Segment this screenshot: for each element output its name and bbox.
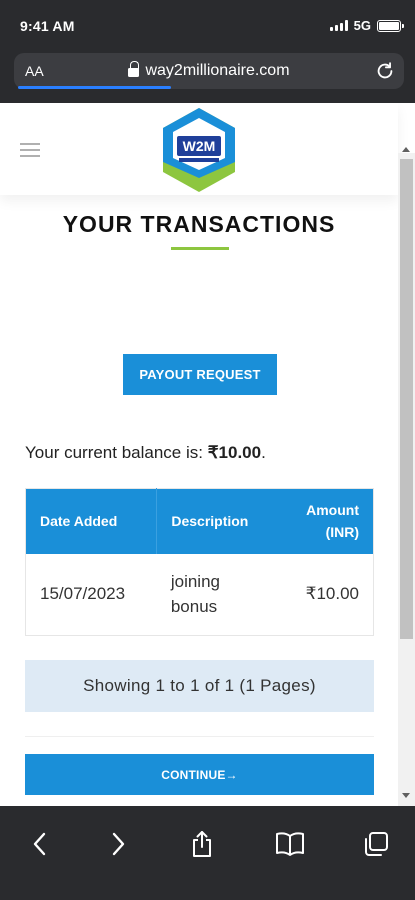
- table-row: 15/07/2023 joining bonus ₹10.00: [26, 554, 374, 636]
- back-chevron-icon: [33, 832, 46, 856]
- site-logo[interactable]: W2M: [159, 106, 239, 194]
- status-bar: 9:41 AM 5G: [0, 0, 415, 48]
- current-balance: Your current balance is: ₹10.00.: [25, 443, 266, 462]
- pagination-info: Showing 1 to 1 of 1 (1 Pages): [25, 660, 374, 712]
- divider: [25, 736, 374, 737]
- share-button[interactable]: [182, 824, 222, 864]
- forward-chevron-icon: [112, 832, 125, 856]
- row-date: 15/07/2023: [40, 584, 126, 604]
- transactions-table: Date Added Description Amount (INR) 15/0…: [25, 488, 374, 636]
- forward-button[interactable]: [98, 824, 138, 864]
- signal-icon: [329, 20, 348, 31]
- back-button[interactable]: [20, 824, 60, 864]
- header-description[interactable]: Description: [156, 488, 279, 554]
- scroll-up-arrow-icon[interactable]: [402, 147, 410, 152]
- status-time: 9:41 AM: [20, 18, 75, 34]
- table-header-row: Date Added Description Amount (INR): [25, 488, 374, 554]
- row-description: joining bonus: [170, 572, 220, 617]
- title-underline: [171, 247, 229, 250]
- share-icon: [193, 831, 211, 857]
- page-title: YOUR TRANSACTIONS: [62, 211, 336, 237]
- hamburger-menu-icon[interactable]: [20, 143, 40, 157]
- balance-label: Your current balance is:: [25, 443, 203, 462]
- load-progress-bar: [18, 86, 171, 89]
- status-indicators: 5G: [329, 18, 404, 33]
- address-bar[interactable]: AA way2millionaire.com: [14, 53, 404, 89]
- url-display[interactable]: way2millionaire.com: [14, 61, 404, 80]
- balance-value: ₹10.00: [207, 443, 262, 462]
- header-date-added[interactable]: Date Added: [25, 488, 157, 554]
- row-amount: ₹10.00: [305, 584, 359, 604]
- lock-icon: [128, 61, 140, 77]
- header-amount[interactable]: Amount (INR): [278, 488, 374, 554]
- url-text: way2millionaire.com: [145, 62, 290, 79]
- bookmarks-button[interactable]: [270, 824, 310, 864]
- battery-icon: [377, 19, 404, 32]
- browser-toolbar: [0, 806, 415, 900]
- book-icon: [276, 832, 304, 856]
- web-content: W2M YOUR TRANSACTIONS PAYOUT REQUEST You…: [0, 103, 415, 806]
- payout-request-button[interactable]: PAYOUT REQUEST: [123, 354, 277, 395]
- network-label: 5G: [353, 18, 371, 33]
- reload-icon[interactable]: [374, 60, 396, 82]
- scroll-down-arrow-icon[interactable]: [402, 793, 410, 798]
- logo-text: W2M: [183, 138, 216, 154]
- continue-button[interactable]: CONTINUE→: [25, 754, 374, 795]
- scroll-thumb[interactable]: [400, 159, 413, 639]
- site-header: W2M: [0, 103, 398, 195]
- page-scrollbar[interactable]: [398, 147, 415, 806]
- tabs-button[interactable]: [356, 824, 396, 864]
- tabs-icon: [365, 832, 388, 856]
